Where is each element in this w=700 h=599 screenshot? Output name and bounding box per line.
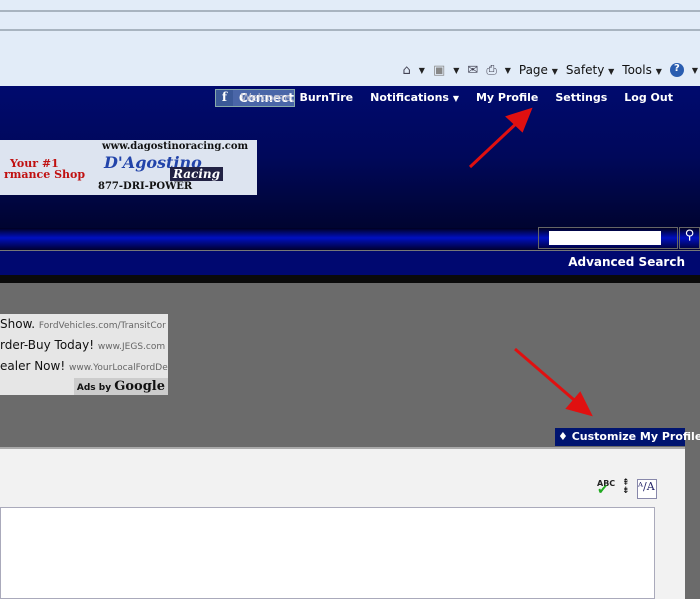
banner-tagline: Your #1 rmance Shop bbox=[4, 157, 86, 181]
ad-row[interactable]: ealer Now! www.YourLocalFordDea bbox=[0, 356, 168, 377]
banner-phone: 877-DRI-POWER bbox=[98, 181, 193, 192]
page-menu[interactable]: Page ▼ bbox=[519, 63, 558, 77]
ads-by-google[interactable]: Ads by Google bbox=[73, 378, 168, 395]
top-nav: Welcome, BurnTire Notifications ▼ My Pro… bbox=[241, 91, 673, 104]
search-input[interactable] bbox=[538, 227, 678, 249]
customize-profile-button[interactable]: ♦ Customize My Profile bbox=[555, 428, 700, 446]
welcome-text: Welcome, bbox=[240, 91, 295, 104]
paint-bucket-icon: ♦ bbox=[558, 430, 568, 443]
settings-link[interactable]: Settings bbox=[555, 91, 607, 104]
home-icon[interactable]: ⌂ bbox=[403, 63, 411, 78]
chevron-down-icon[interactable]: ▼ bbox=[453, 66, 459, 75]
ad-row[interactable]: Show. FordVehicles.com/TransitCor bbox=[0, 314, 168, 335]
arrowhead bbox=[565, 391, 593, 417]
ad-row[interactable]: rder-Buy Today! www.JEGS.com bbox=[0, 335, 168, 356]
command-bar: ⌂ ▼ ▣ ▼ ✉ ⎙ ▼ Page ▼ Safety ▼ Tools ▼ ? ▼ bbox=[402, 62, 698, 78]
print-icon[interactable]: ⎙ bbox=[486, 63, 496, 78]
spellcheck-icon[interactable]: ABC ✔ bbox=[597, 479, 615, 498]
chevron-down-icon[interactable]: ▼ bbox=[505, 66, 511, 75]
sponsor-banner[interactable]: Your #1 rmance Shop www.dagostinoracing.c… bbox=[0, 140, 257, 195]
log-out-link[interactable]: Log Out bbox=[624, 91, 673, 104]
help-icon[interactable]: ? bbox=[669, 63, 684, 77]
notifications-menu[interactable]: Notifications ▼ bbox=[370, 91, 459, 104]
arrow-to-customize bbox=[514, 347, 581, 407]
mail-icon[interactable]: ✉ bbox=[467, 63, 478, 78]
my-profile-link[interactable]: My Profile bbox=[476, 91, 538, 104]
chevron-down-icon[interactable]: ▼ bbox=[419, 66, 425, 75]
divider bbox=[0, 275, 700, 283]
resize-icon[interactable]: ⇞ ⇟ bbox=[622, 479, 630, 496]
banner-brand-sub: Racing bbox=[170, 167, 224, 181]
advanced-search-link[interactable]: Advanced Search bbox=[568, 255, 685, 269]
divider bbox=[0, 29, 700, 31]
editor-textarea[interactable] bbox=[0, 507, 655, 599]
rss-feed-icon[interactable]: ▣ bbox=[433, 63, 445, 78]
banner-url: www.dagostinoracing.com bbox=[102, 141, 249, 152]
search-icon[interactable]: ⚲ bbox=[679, 227, 700, 249]
font-format-icon[interactable]: ᴬ/A bbox=[637, 479, 657, 499]
username-link[interactable]: BurnTire bbox=[299, 91, 353, 104]
safety-menu[interactable]: Safety ▼ bbox=[566, 63, 614, 77]
divider bbox=[0, 10, 700, 12]
google-ads: Show. FordVehicles.com/TransitCor rder-B… bbox=[0, 314, 168, 395]
facebook-icon: f bbox=[216, 90, 233, 106]
tools-menu[interactable]: Tools ▼ bbox=[622, 63, 662, 77]
